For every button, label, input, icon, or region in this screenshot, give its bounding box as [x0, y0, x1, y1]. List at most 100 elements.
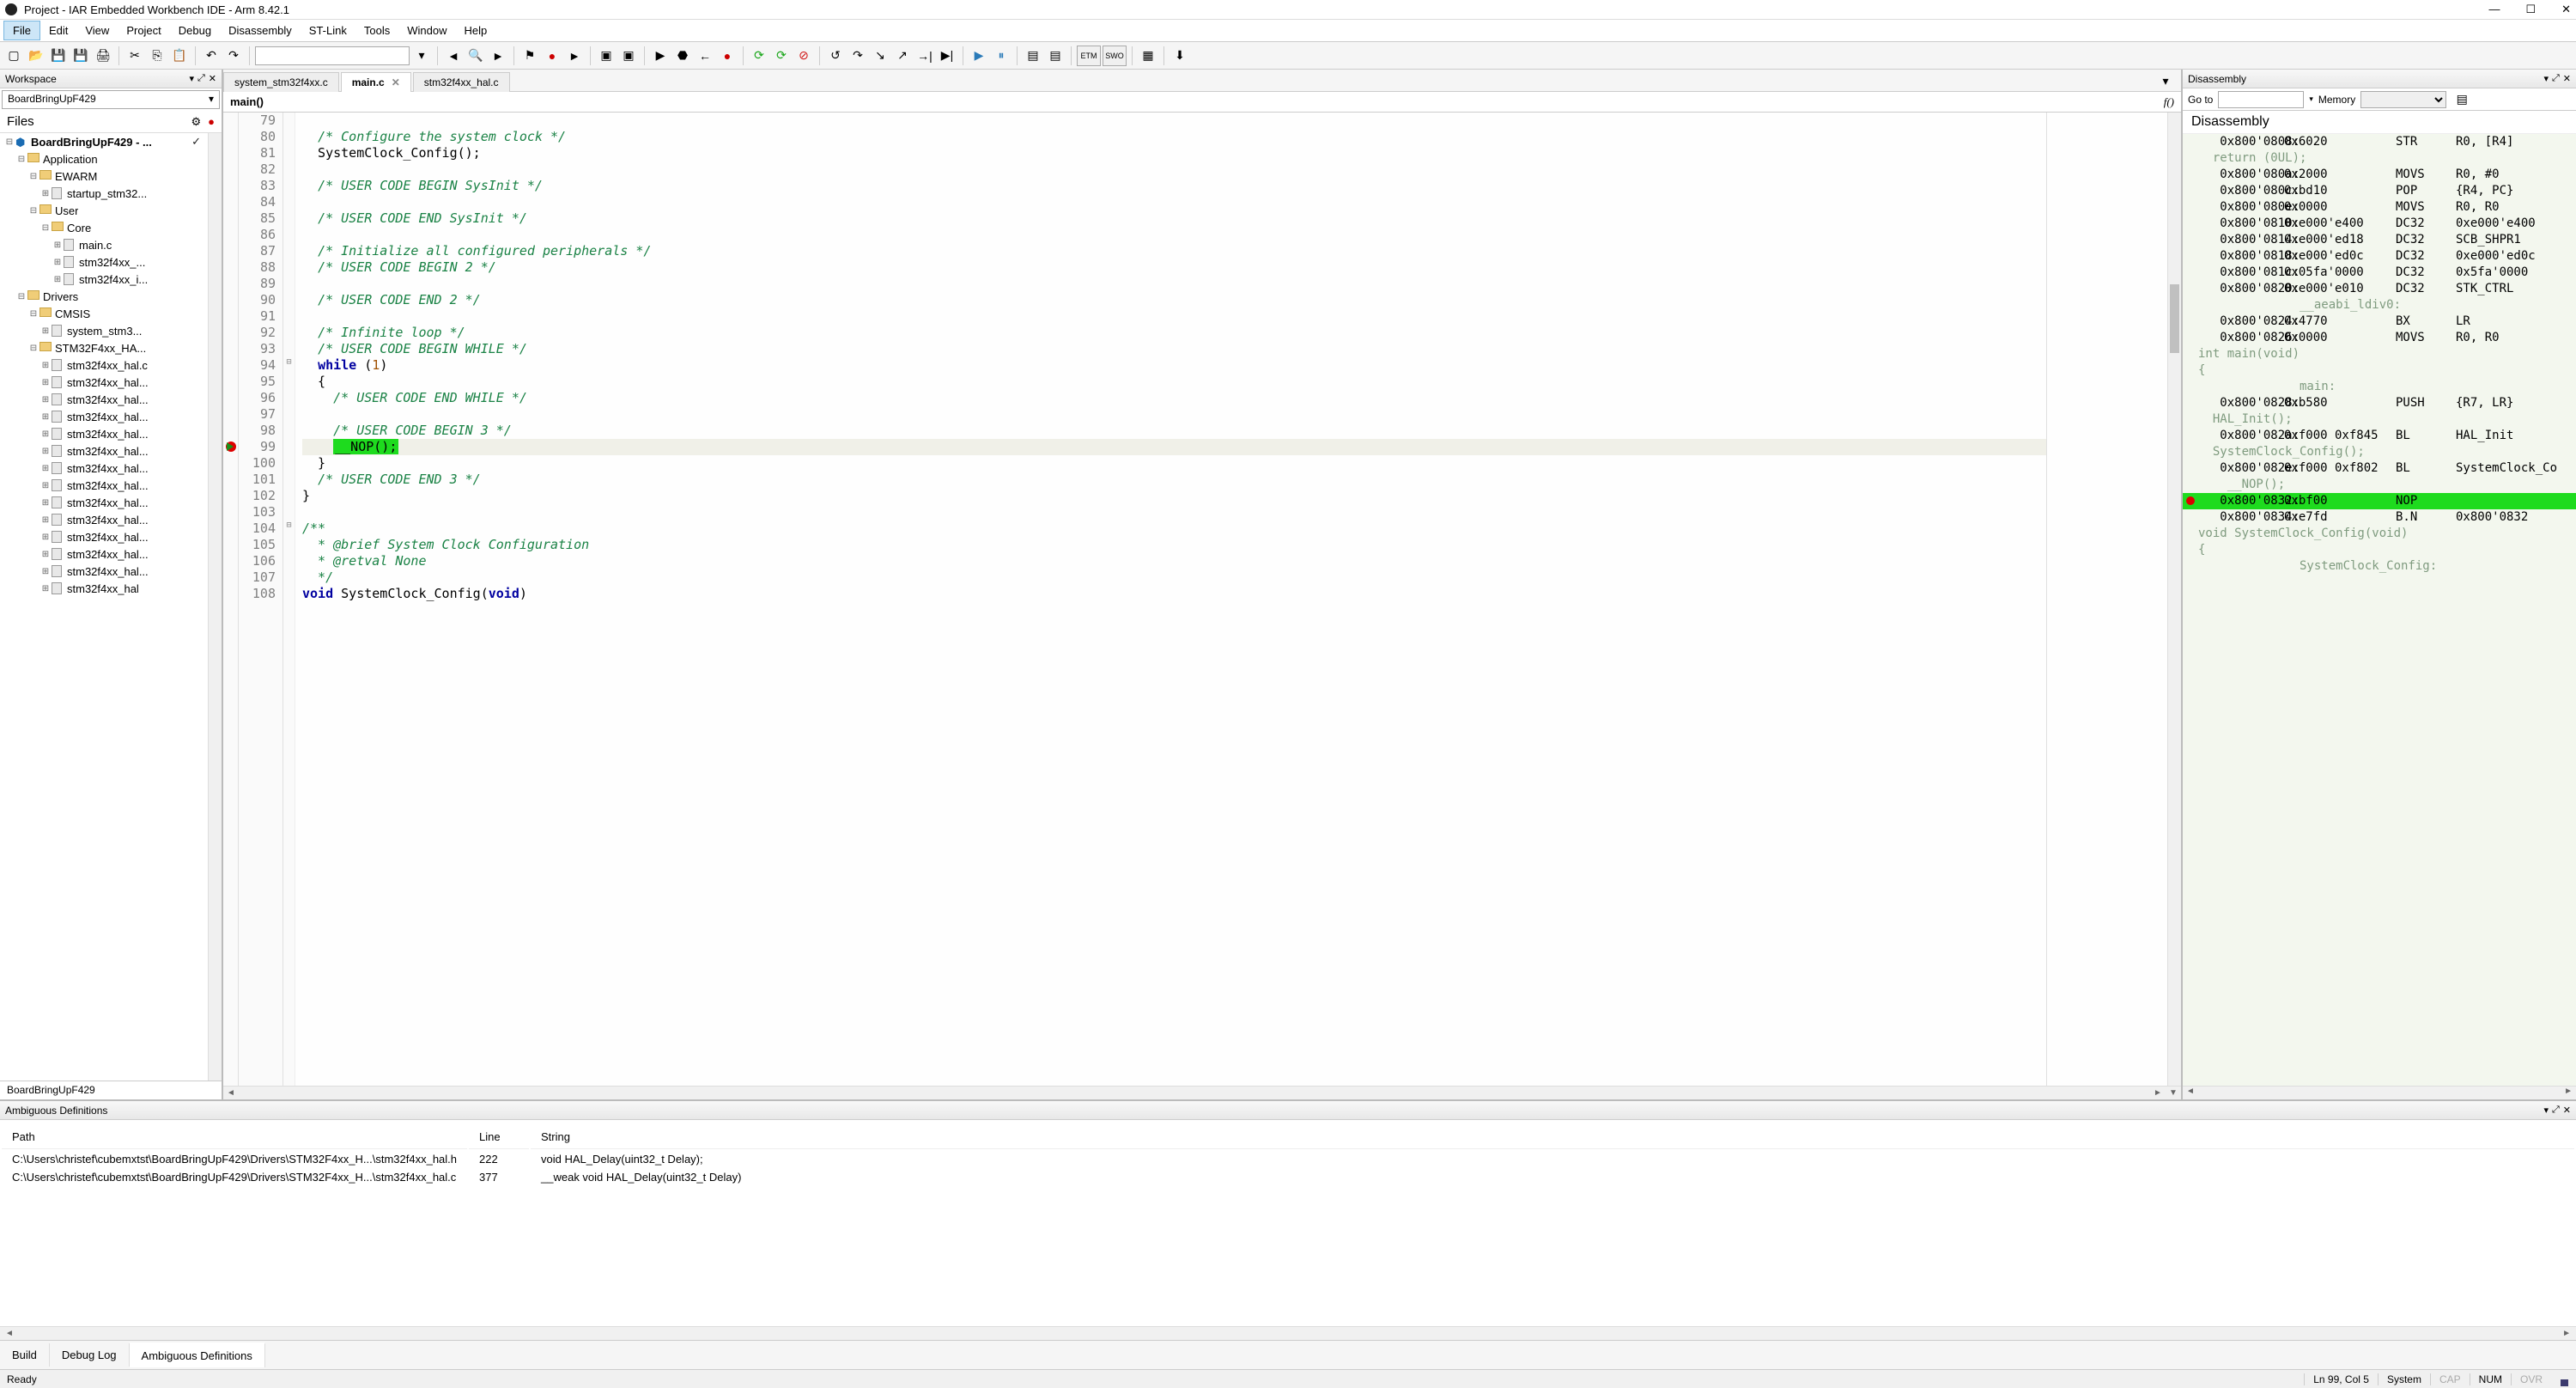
fold-icon[interactable]: [283, 569, 295, 586]
code-line[interactable]: */: [302, 569, 2046, 586]
menu-project[interactable]: Project: [118, 21, 169, 40]
tree-item[interactable]: ⊟User: [0, 202, 208, 219]
toolbar-back-icon[interactable]: ◄: [443, 46, 464, 66]
fold-icon[interactable]: [283, 178, 295, 194]
menu-window[interactable]: Window: [398, 21, 455, 40]
fold-icon[interactable]: [283, 113, 295, 129]
toolbar-open-icon[interactable]: 📂: [26, 46, 46, 66]
toolbar-redo-icon[interactable]: ↷: [223, 46, 244, 66]
tree-toggle-icon[interactable]: ⊞: [39, 515, 52, 525]
toolbar-nav2-icon[interactable]: ▣: [618, 46, 639, 66]
tree-item[interactable]: ⊞stm32f4xx_hal.c: [0, 356, 208, 374]
menu-st-link[interactable]: ST-Link: [301, 21, 355, 40]
panel-pin-icon[interactable]: ⤢: [2552, 1105, 2560, 1116]
tree-toggle-icon[interactable]: ⊞: [39, 361, 52, 370]
panel-dropdown-icon[interactable]: ▾: [189, 73, 194, 84]
code-line[interactable]: [302, 194, 2046, 210]
tree-item[interactable]: ⊞stm32f4xx_hal...: [0, 425, 208, 442]
disasm-line[interactable]: 0x800'0810:0xe000'e400DC320xe000'e400: [2183, 216, 2576, 232]
code-line[interactable]: /* USER CODE BEGIN WHILE */: [302, 341, 2046, 357]
fold-icon[interactable]: [283, 276, 295, 292]
toolbar-tool1-icon[interactable]: ▤: [1023, 46, 1043, 66]
tree-item[interactable]: ⊟Drivers: [0, 288, 208, 305]
toolbar-copy-icon[interactable]: ⎘: [147, 46, 167, 66]
code-line[interactable]: void SystemClock_Config(void): [302, 586, 2046, 602]
tree-item[interactable]: ⊞stm32f4xx_hal...: [0, 442, 208, 460]
toolbar-new-icon[interactable]: ▢: [3, 46, 24, 66]
toolbar-next-stmt-icon[interactable]: ▶|: [937, 46, 957, 66]
fold-icon[interactable]: [283, 308, 295, 325]
fold-icon[interactable]: [283, 586, 295, 602]
toolbar-undo-icon[interactable]: ↶: [201, 46, 222, 66]
menu-disassembly[interactable]: Disassembly: [220, 21, 301, 40]
panel-pin-icon[interactable]: ⤢: [197, 73, 205, 84]
memory-select[interactable]: [2360, 91, 2446, 108]
tree-item[interactable]: ⊟EWARM: [0, 167, 208, 185]
disassembly-listing[interactable]: 0x800'0808:0x6020STRR0, [R4] return (0UL…: [2183, 134, 2576, 1086]
code-line[interactable]: * @brief System Clock Configuration: [302, 537, 2046, 553]
close-button[interactable]: ✕: [2561, 3, 2571, 16]
code-line[interactable]: /* USER CODE BEGIN 3 */: [302, 423, 2046, 439]
fold-icon[interactable]: [283, 227, 295, 243]
workspace-scrollbar[interactable]: [208, 133, 222, 1081]
tree-toggle-icon[interactable]: ⊞: [39, 498, 52, 508]
panel-dropdown-icon[interactable]: ▾: [2543, 73, 2549, 84]
toolbar-etm-icon[interactable]: ETM: [1077, 46, 1101, 66]
code-line[interactable]: /* USER CODE END WHILE */: [302, 390, 2046, 406]
toolbar-step-out-icon[interactable]: ↗: [892, 46, 913, 66]
workspace-footer-tab[interactable]: BoardBringUpF429: [0, 1081, 222, 1099]
toolbar-make-icon[interactable]: ⬣: [672, 46, 693, 66]
fold-icon[interactable]: [283, 292, 295, 308]
panel-close-icon[interactable]: ✕: [2563, 73, 2571, 84]
disasm-line[interactable]: 0x800'0824:0x4770BXLR: [2183, 314, 2576, 330]
tree-toggle-icon[interactable]: ⊞: [39, 481, 52, 490]
fold-icon[interactable]: [283, 439, 295, 455]
toolbar-print-icon[interactable]: 🖨: [93, 46, 113, 66]
code-line[interactable]: /* USER CODE BEGIN 2 */: [302, 259, 2046, 276]
fold-icon[interactable]: [283, 537, 295, 553]
tree-item[interactable]: ⊞stm32f4xx_hal...: [0, 477, 208, 494]
editor-hscrollbar[interactable]: ◄► ▼: [223, 1086, 2181, 1099]
toolbar-go-icon[interactable]: ⟳: [771, 46, 792, 66]
code-line[interactable]: [302, 113, 2046, 129]
fold-icon[interactable]: [283, 374, 295, 390]
menu-debug[interactable]: Debug: [170, 21, 220, 40]
disasm-line[interactable]: 0x800'081c:0x05fa'0000DC320x5fa'0000: [2183, 265, 2576, 281]
disasm-line[interactable]: 0x800'0814:0xe000'ed18DC32SCB_SHPR1: [2183, 232, 2576, 248]
menu-view[interactable]: View: [76, 21, 118, 40]
code-line[interactable]: [302, 504, 2046, 520]
code-line[interactable]: [302, 227, 2046, 243]
bottom-tab[interactable]: Build: [0, 1343, 50, 1367]
code-line[interactable]: /* Initialize all configured peripherals…: [302, 243, 2046, 259]
tree-toggle-icon[interactable]: ⊞: [52, 258, 64, 267]
code-line[interactable]: /* Configure the system clock */: [302, 129, 2046, 145]
tree-item[interactable]: ⊟STM32F4xx_HA...: [0, 339, 208, 356]
code-line[interactable]: /* USER CODE END SysInit */: [302, 210, 2046, 227]
tree-toggle-icon[interactable]: ⊞: [39, 584, 52, 594]
tree-toggle-icon[interactable]: ⊟: [15, 155, 27, 164]
fold-icon[interactable]: [283, 325, 295, 341]
panel-close-icon[interactable]: ✕: [2563, 1105, 2571, 1116]
code-line[interactable]: /* USER CODE BEGIN SysInit */: [302, 178, 2046, 194]
tree-toggle-icon[interactable]: ⊞: [39, 429, 52, 439]
panel-pin-icon[interactable]: ⤢: [2552, 73, 2560, 84]
toolbar-tool2-icon[interactable]: ▤: [1045, 46, 1066, 66]
toolbar-find-icon[interactable]: 🔍: [465, 46, 486, 66]
panel-dropdown-icon[interactable]: ▾: [2543, 1105, 2549, 1116]
toolbar-nav1-icon[interactable]: ▣: [596, 46, 617, 66]
tree-toggle-icon[interactable]: ⊞: [39, 567, 52, 576]
menu-tools[interactable]: Tools: [355, 21, 398, 40]
toolbar-reset-icon[interactable]: ↺: [825, 46, 846, 66]
toolbar-fwd-icon[interactable]: ►: [488, 46, 508, 66]
fold-icon[interactable]: [283, 553, 295, 569]
fold-icon[interactable]: [283, 129, 295, 145]
tree-toggle-icon[interactable]: ⊞: [39, 464, 52, 473]
toolbar-stop-icon[interactable]: ⊘: [793, 46, 814, 66]
fold-icon[interactable]: [283, 455, 295, 472]
fold-icon[interactable]: [283, 194, 295, 210]
disasm-line[interactable]: 0x800'082e:0xf000 0xf802BLSystemClock_Co: [2183, 460, 2576, 477]
menu-file[interactable]: File: [3, 21, 40, 40]
disasm-line[interactable]: 0x800'0828:0xb580PUSH{R7, LR}: [2183, 395, 2576, 411]
toolbar-download-icon[interactable]: ⬇: [1170, 46, 1190, 66]
tree-toggle-icon[interactable]: ⊞: [39, 533, 52, 542]
